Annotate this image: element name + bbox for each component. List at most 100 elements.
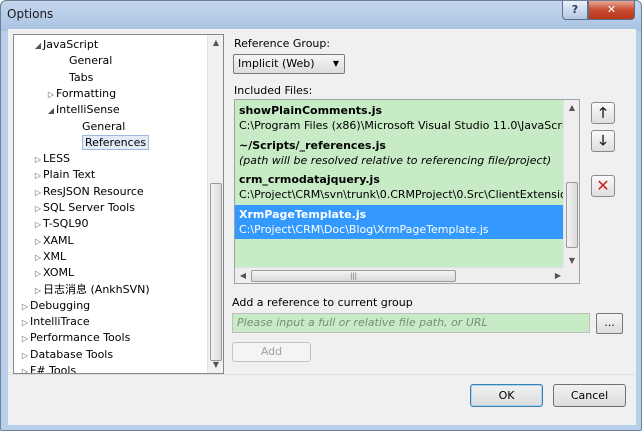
- tree-item-label: XOML: [43, 266, 75, 280]
- tree-item[interactable]: ▷ 日志消息 (AnkhSVN): [33, 282, 150, 298]
- included-files-list[interactable]: showPlainComments.js C:\Program Files (x8…: [234, 99, 580, 284]
- tree-item[interactable]: Tabs: [59, 70, 93, 86]
- tree-item-label: IntelliTrace: [30, 315, 90, 329]
- file-path: C:\Project\CRM\svn\trunk\0.CRMProject\0.…: [239, 188, 566, 201]
- expand-arrow-icon[interactable]: ▷: [33, 234, 43, 250]
- file-name: XrmPageTemplate.js: [239, 208, 367, 221]
- file-row[interactable]: showPlainComments.js C:\Program Files (x8…: [235, 101, 566, 135]
- tree-item[interactable]: ▷ XML: [33, 249, 66, 265]
- scroll-up-icon[interactable]: ▲: [208, 35, 223, 51]
- tree-item[interactable]: ▷ Debugging: [20, 298, 90, 314]
- arrow-down-icon: 🡓: [599, 133, 607, 149]
- tree-item-label: ResJSON Resource: [43, 184, 144, 198]
- browse-button[interactable]: ...: [596, 313, 623, 334]
- file-row[interactable]: crm_crmodatajquery.js C:\Project\CRM\svn\…: [235, 170, 566, 204]
- add-button[interactable]: Add: [232, 342, 311, 362]
- expand-arrow-icon[interactable]: ▷: [33, 152, 43, 168]
- tree-item[interactable]: ▷ LESS: [33, 151, 70, 167]
- options-window: Options ? ✕ ◢ JavaScript General Tabs ▷ Forma…: [0, 0, 642, 431]
- reference-group-select[interactable]: Implicit (Web) ▼: [233, 54, 345, 74]
- expand-arrow-icon[interactable]: ▷: [33, 217, 43, 233]
- dialog-client: ◢ JavaScript General Tabs ▷ Formatting ◢ Intell…: [8, 29, 636, 425]
- tree-item-label: F# Tools: [30, 364, 77, 374]
- expand-arrow-icon[interactable]: ▷: [20, 364, 30, 373]
- ok-button[interactable]: OK: [470, 384, 543, 407]
- file-row[interactable]: XrmPageTemplate.js C:\Project\CRM\Doc\Blo…: [235, 205, 566, 239]
- reference-path-input[interactable]: Please input a full or relative file pat…: [232, 313, 590, 333]
- tree-item-label: XAML: [43, 233, 74, 247]
- cancel-button[interactable]: Cancel: [553, 384, 626, 407]
- tree-item[interactable]: General: [59, 53, 112, 69]
- tree-item[interactable]: ▷ IntelliTrace: [20, 314, 90, 330]
- tree-item[interactable]: ▷ Formatting: [46, 86, 116, 102]
- tree-item[interactable]: ◢ JavaScript: [33, 37, 98, 53]
- files-vscrollbar[interactable]: ▲ ▼: [563, 100, 579, 269]
- scroll-down-icon[interactable]: ▼: [208, 357, 223, 373]
- options-tree[interactable]: ◢ JavaScript General Tabs ▷ Formatting ◢ Intell…: [13, 34, 224, 374]
- tree-item-label: Plain Text: [43, 168, 96, 182]
- tree-scroll-thumb[interactable]: [210, 183, 222, 361]
- scroll-left-icon[interactable]: ◀: [235, 268, 251, 283]
- expand-arrow-icon[interactable]: ▷: [33, 168, 43, 184]
- tree-item[interactable]: ◢ IntelliSense: [46, 102, 120, 118]
- tree-scrollbar[interactable]: ▲ ▼: [207, 35, 223, 373]
- expand-arrow-icon[interactable]: ▷: [46, 87, 56, 103]
- close-button[interactable]: ✕: [588, 1, 635, 20]
- tree-item-label: JavaScript: [43, 38, 99, 51]
- expand-arrow-icon[interactable]: ▷: [33, 185, 43, 201]
- tree-item[interactable]: ▷ SQL Server Tools: [33, 200, 135, 216]
- file-name: crm_crmodatajquery.js: [239, 173, 380, 186]
- collapse-arrow-icon[interactable]: ◢: [46, 103, 56, 119]
- file-path: C:\Project\CRM\Doc\Blog\XrmPageTemplate.…: [239, 223, 489, 236]
- tree-item[interactable]: ▷ F# Tools: [20, 363, 77, 374]
- reference-group-label: Reference Group:: [234, 37, 331, 50]
- tree-item[interactable]: ▷ Plain Text: [33, 167, 95, 183]
- remove-reference-button[interactable]: ✕: [591, 175, 615, 197]
- tree-item[interactable]: ▷ XOML: [33, 265, 74, 281]
- tree-item-label: T-SQL90: [43, 217, 89, 231]
- tree-item-label: Debugging: [30, 298, 91, 312]
- file-name: showPlainComments.js: [239, 104, 383, 117]
- expand-arrow-icon[interactable]: ▷: [33, 266, 43, 282]
- expand-arrow-icon[interactable]: ▷: [20, 348, 30, 364]
- tree-item-label: Performance Tools: [30, 331, 131, 345]
- reference-group-value: Implicit (Web): [238, 57, 315, 70]
- file-row[interactable]: ~/Scripts/_references.js (path will be re…: [235, 136, 566, 170]
- tree-item[interactable]: ▷ XAML: [33, 233, 74, 249]
- tree-item[interactable]: General: [72, 119, 125, 135]
- help-button[interactable]: ?: [562, 1, 588, 20]
- move-down-button[interactable]: 🡓: [591, 130, 615, 152]
- tree-item-label: 日志消息 (AnkhSVN): [43, 282, 150, 296]
- included-files-label: Included Files:: [234, 84, 313, 97]
- tree-item[interactable]: ▷ ResJSON Resource: [33, 184, 144, 200]
- tree-item-label: General: [82, 119, 126, 133]
- tree-item-label: XML: [43, 249, 67, 263]
- tree-item-label: Formatting: [56, 86, 117, 100]
- file-path: C:\Program Files (x86)\Microsoft Visual …: [239, 119, 566, 132]
- window-title: Options: [7, 7, 54, 21]
- tree-item[interactable]: ▷ Performance Tools: [20, 330, 130, 346]
- file-name: ~/Scripts/_references.js: [239, 139, 386, 152]
- tree-item-label: General: [69, 54, 113, 68]
- expand-arrow-icon[interactable]: ▷: [20, 299, 30, 315]
- tree-item[interactable]: ▷ T-SQL90: [33, 216, 89, 233]
- chevron-down-icon: ▼: [332, 59, 339, 68]
- expand-arrow-icon[interactable]: ▷: [20, 331, 30, 347]
- files-hscroll-thumb[interactable]: |||: [251, 270, 456, 282]
- arrow-up-icon: 🡑: [599, 105, 607, 121]
- scroll-up-icon[interactable]: ▲: [564, 100, 579, 116]
- tree-item[interactable]: ▷ Database Tools: [20, 347, 113, 363]
- files-vscroll-thumb[interactable]: [566, 182, 578, 248]
- tree-item-label: References: [82, 134, 150, 150]
- expand-arrow-icon[interactable]: ▷: [20, 315, 30, 331]
- tree-item-label: LESS: [43, 152, 71, 166]
- files-hscrollbar[interactable]: ◀ ||| ▶: [235, 267, 566, 283]
- move-up-button[interactable]: 🡑: [591, 102, 615, 124]
- scroll-corner: [563, 267, 579, 283]
- collapse-arrow-icon[interactable]: ◢: [33, 38, 43, 54]
- expand-arrow-icon[interactable]: ▷: [33, 201, 43, 217]
- title-bar[interactable]: Options ? ✕: [1, 1, 641, 29]
- tree-item[interactable]: References: [72, 134, 150, 151]
- expand-arrow-icon[interactable]: ▷: [33, 283, 43, 299]
- expand-arrow-icon[interactable]: ▷: [33, 250, 43, 266]
